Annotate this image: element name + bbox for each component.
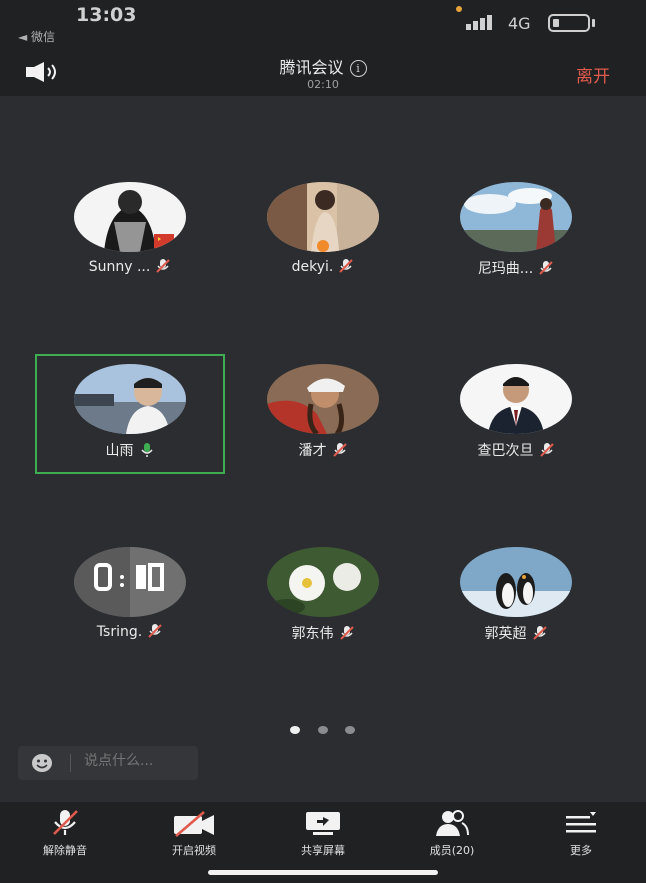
members-icon	[436, 810, 469, 836]
participant-name: Tsring.	[96, 624, 143, 640]
members-button[interactable]: 成员(20)	[397, 802, 507, 862]
participant-avatar[interactable]	[267, 547, 379, 617]
home-indicator[interactable]	[208, 870, 438, 875]
chat-bar	[18, 746, 198, 780]
battery-cap	[592, 19, 595, 27]
mic-muted-icon	[532, 626, 547, 640]
participant-name: 山雨	[105, 443, 134, 459]
chat-input[interactable]	[84, 753, 194, 769]
page-dot[interactable]	[318, 726, 328, 734]
participant-avatar[interactable]	[460, 364, 572, 434]
participant-grid: Sunny ... dekyi. 尼玛曲... 山雨 潘才 查巴次旦 Tsrin…	[0, 96, 646, 706]
meeting-title-row: 腾讯会议 i	[0, 54, 646, 78]
status-time: 13:03	[76, 4, 137, 26]
page-dot-active[interactable]	[290, 726, 300, 734]
mic-muted-icon	[148, 624, 162, 638]
mic-muted-icon	[539, 443, 554, 457]
participant-name-row: Sunny ...	[35, 258, 225, 275]
participant-avatar[interactable]	[74, 364, 186, 434]
chat-divider	[70, 754, 71, 772]
mic-muted-icon	[339, 626, 354, 640]
more-menu-icon	[566, 812, 596, 833]
participant-name: 尼玛曲...	[477, 261, 534, 277]
mic-active-icon	[140, 443, 153, 457]
mic-muted-icon	[332, 443, 347, 457]
participant-avatar[interactable]	[74, 547, 186, 617]
participant-name-row: 查巴次旦	[421, 440, 611, 460]
participant-avatar[interactable]	[460, 182, 572, 252]
more-button[interactable]: 更多	[526, 802, 636, 862]
share-screen-button[interactable]: 共享屏幕	[268, 802, 378, 862]
participant-avatar[interactable]	[267, 364, 379, 434]
camera-off-icon	[174, 811, 214, 837]
participant-name-row: 山雨	[35, 440, 225, 460]
participant-avatar[interactable]	[460, 547, 572, 617]
leave-button[interactable]: 离开	[576, 62, 610, 87]
participant-avatar[interactable]	[267, 182, 379, 252]
info-icon[interactable]: i	[349, 60, 367, 77]
signal-icon	[466, 14, 500, 30]
page-indicator	[290, 726, 360, 736]
participant-name-row: 郭东伟	[228, 623, 418, 643]
share-screen-label: 共享屏幕	[301, 844, 345, 857]
mic-muted-icon	[539, 261, 553, 275]
participant-name: 郭英超	[484, 626, 527, 642]
start-video-label: 开启视频	[172, 844, 216, 857]
emoji-icon[interactable]	[32, 754, 52, 772]
mic-muted-icon	[339, 259, 354, 273]
members-label: 成员(20)	[429, 844, 475, 857]
mic-off-icon	[53, 810, 78, 835]
participant-name: dekyi.	[291, 259, 334, 275]
participant-name: Sunny ...	[88, 259, 151, 275]
unmute-button[interactable]: 解除静音	[10, 802, 120, 862]
participant-name-row: Tsring.	[35, 623, 225, 640]
network-type: 4G	[508, 14, 531, 33]
participant-name: 郭东伟	[291, 626, 334, 642]
privacy-indicator-icon	[456, 6, 462, 12]
participant-avatar[interactable]	[74, 182, 186, 252]
battery-icon	[548, 14, 590, 32]
participant-name-row: dekyi.	[228, 258, 418, 275]
page-dot[interactable]	[345, 726, 355, 734]
participant-name: 查巴次旦	[477, 443, 534, 459]
unmute-label: 解除静音	[43, 844, 87, 857]
participant-name-row: 郭英超	[421, 623, 611, 643]
participant-name-row: 尼玛曲...	[421, 258, 611, 278]
start-video-button[interactable]: 开启视频	[139, 802, 249, 862]
back-to-app-link[interactable]: ◄ 微信	[18, 28, 55, 45]
participant-name: 潘才	[298, 443, 327, 459]
meeting-timer: 02:10	[307, 78, 339, 91]
mic-muted-icon	[156, 259, 171, 273]
participant-name-row: 潘才	[228, 440, 418, 460]
more-label: 更多	[570, 844, 592, 857]
status-bar: 13:03 ◄ 微信 4G	[0, 0, 646, 46]
meeting-title: 腾讯会议	[279, 58, 344, 77]
share-screen-icon	[306, 812, 340, 835]
meeting-header: 腾讯会议 i 02:10 离开	[0, 46, 646, 96]
